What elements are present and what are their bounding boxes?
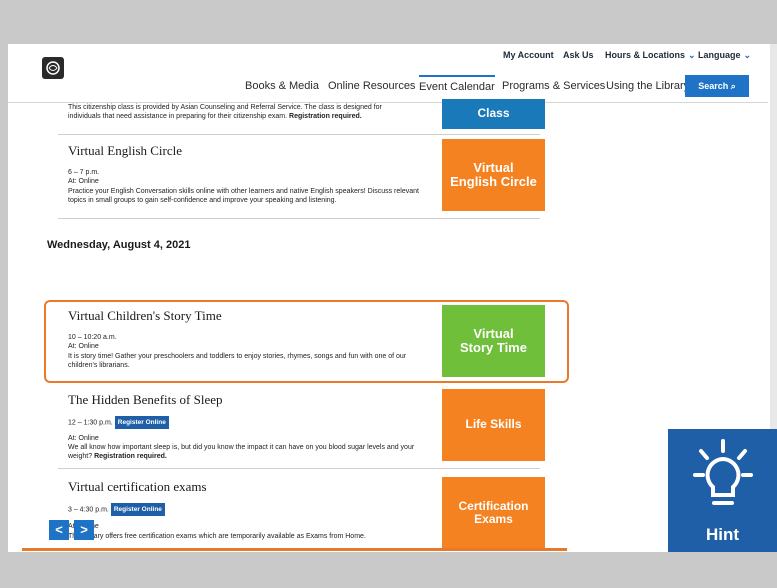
event-thumbnail[interactable]: Virtual Story Time — [442, 305, 545, 377]
day-heading: Wednesday, August 4, 2021 — [47, 239, 191, 251]
event-description: We all know how important sleep is, but … — [68, 444, 415, 460]
nav-event-calendar[interactable]: Event Calendar — [419, 75, 495, 93]
logo-icon — [46, 61, 60, 75]
event-location: At: Online — [68, 343, 99, 350]
event-location: At: Online — [68, 435, 99, 442]
search-label: Search — [698, 81, 729, 91]
event-time-row: 3 – 4:30 p.m. Register Online — [68, 503, 165, 516]
hint-label: Hint — [705, 525, 740, 544]
event-description: It is story time! Gather your preschoole… — [68, 353, 407, 369]
chevron-down-icon: ⌄ — [688, 50, 696, 60]
event-title[interactable]: Virtual English Circle — [68, 143, 182, 159]
hours-locations-menu[interactable]: Hours & Locations ⌄ — [605, 50, 696, 61]
event-thumbnail[interactable]: Life Skills — [442, 389, 545, 461]
event-title[interactable]: The Hidden Benefits of Sleep — [68, 392, 223, 408]
event-thumbnail[interactable]: Class — [442, 99, 545, 129]
hint-button[interactable]: Hint — [668, 429, 777, 552]
event-description: Practice your English Conversation skill… — [68, 188, 419, 204]
register-online-button[interactable]: Register Online — [110, 503, 165, 516]
thumb-label: Life Skills — [465, 417, 522, 432]
my-account-link[interactable]: My Account — [503, 50, 554, 60]
library-logo[interactable] — [42, 57, 64, 79]
site-header: My Account Ask Us Hours & Locations ⌄ Lan… — [8, 44, 768, 103]
divider — [58, 134, 540, 135]
orange-accent-bar — [22, 548, 567, 551]
prev-page-button[interactable]: < — [49, 520, 69, 540]
search-button[interactable]: Search ⌕ — [685, 75, 749, 97]
hours-locations-label: Hours & Locations — [605, 50, 686, 60]
bottom-band — [0, 552, 777, 588]
nav-online-resources[interactable]: Online Resources — [328, 80, 415, 92]
event-time: 3 – 4:30 p.m. — [68, 506, 109, 514]
event-thumbnail[interactable]: Virtual English Circle — [442, 139, 545, 211]
next-page-button[interactable]: > — [74, 520, 94, 540]
language-label: Language — [698, 50, 741, 60]
event-time: 6 – 7 p.m. — [68, 169, 100, 176]
thumb-line-2: Story Time — [460, 340, 527, 355]
event-title[interactable]: Virtual certification exams — [68, 479, 207, 495]
ask-us-link[interactable]: Ask Us — [563, 50, 594, 60]
event-list: This citizenship class is provided by As… — [8, 99, 777, 552]
nav-programs-services[interactable]: Programs & Services — [502, 80, 605, 92]
divider — [58, 468, 540, 469]
search-icon: ⌕ — [730, 81, 736, 91]
event-title[interactable]: Virtual Children's Story Time — [68, 308, 222, 324]
nav-books-media[interactable]: Books & Media — [245, 80, 319, 92]
event-time-row: 12 – 1:30 p.m. Register Online — [68, 416, 169, 429]
event-description: The Library offers free certification ex… — [68, 533, 366, 540]
thumb-line-2: English Circle — [450, 174, 537, 189]
browser-page: My Account Ask Us Hours & Locations ⌄ Lan… — [8, 44, 777, 552]
event-time: 10 – 10:20 a.m. — [68, 334, 117, 341]
event-time: 12 – 1:30 p.m. — [68, 419, 113, 427]
register-online-button[interactable]: Register Online — [114, 416, 169, 429]
thumb-label: Class — [477, 106, 510, 121]
language-menu[interactable]: Language ⌄ — [698, 50, 751, 61]
chevron-down-icon: ⌄ — [743, 50, 752, 60]
nav-using-library[interactable]: Using the Library — [606, 80, 689, 92]
event-location: At: Online — [68, 178, 99, 185]
thumb-line-1: Virtual — [473, 159, 514, 175]
lightbulb-icon — [693, 439, 753, 505]
divider — [58, 218, 540, 219]
thumb-line-2: Exams — [474, 512, 513, 526]
event-description: This citizenship class is provided by As… — [68, 104, 382, 120]
thumb-line-1: Virtual — [473, 325, 514, 341]
event-thumbnail[interactable]: Certification Exams — [442, 477, 545, 549]
